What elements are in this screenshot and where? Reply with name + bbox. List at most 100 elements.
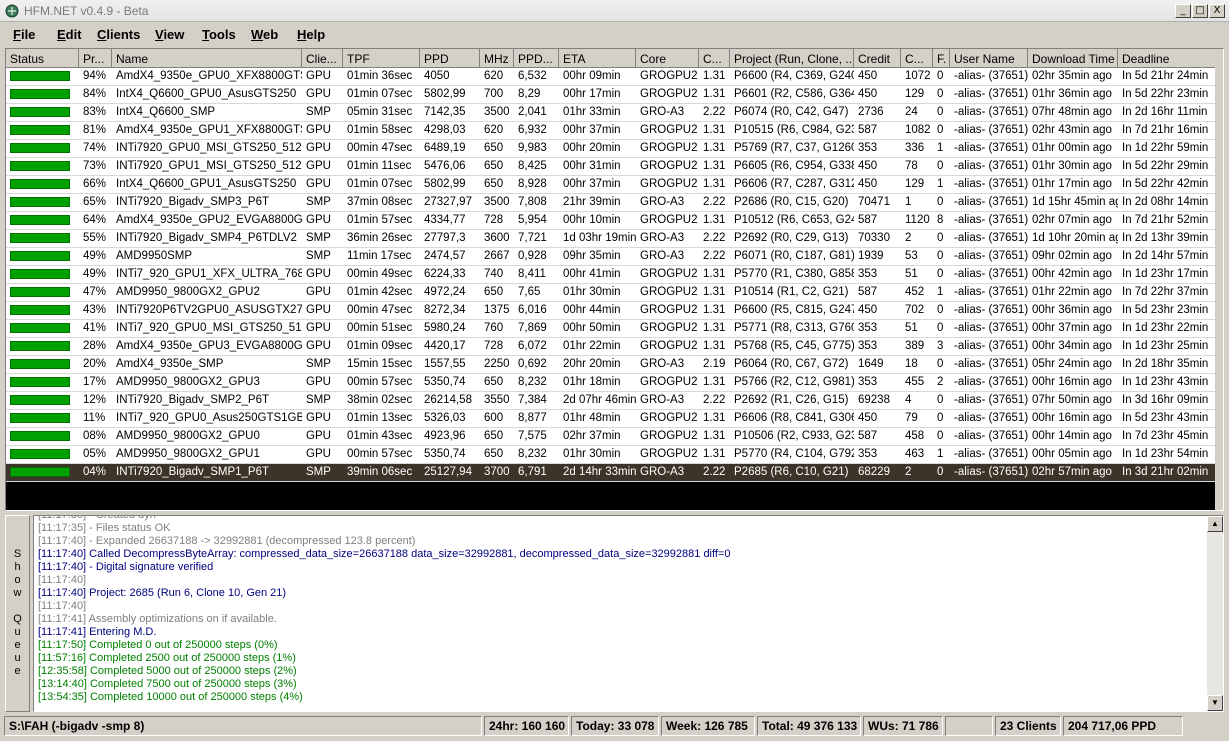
table-row[interactable]: 17% AMD9950_9800GX2_GPU3 GPU 00min 57sec 535… <box>6 374 1218 392</box>
cell-deadline: In 7d 21hr 52min <box>1122 214 1209 226</box>
cell-name: AmdX4_9350e_GPU3_EVGA8800GS <box>116 340 302 352</box>
column-header-progress[interactable]: Pr... <box>79 49 112 68</box>
cell-user-name: -alias- (37651) <box>954 322 1028 334</box>
column-header-core[interactable]: Core <box>636 49 699 68</box>
cell-download-time: 02hr 43min ago <box>1032 124 1112 136</box>
table-row[interactable]: 49% AMD9950SMP SMP 11min 17sec 2474,57 2667 0,… <box>6 248 1218 266</box>
show-queue-button[interactable]: Show Queue <box>5 515 30 712</box>
column-header-name[interactable]: Name <box>112 49 302 68</box>
scroll-down-icon[interactable]: ▼ <box>1207 695 1223 711</box>
log-line: [11:17:35] - Files status OK <box>38 522 171 534</box>
table-row[interactable]: 84% IntX4_Q6600_GPU0_AsusGTS250 GPU 01min 0… <box>6 86 1218 104</box>
table-row[interactable]: 28% AmdX4_9350e_GPU3_EVGA8800GS GPU 01min 0… <box>6 338 1218 356</box>
column-header-deadline[interactable]: Deadline <box>1118 49 1218 68</box>
cell-project: P6606 (R8, C841, G306) <box>734 412 854 424</box>
cell-project: P10514 (R1, C2, G21) <box>734 286 849 298</box>
log-scrollbar[interactable]: ▲ ▼ <box>1207 516 1223 711</box>
table-row[interactable]: 73% INTi7920_GPU1_MSI_GTS250_512 GPU 01min … <box>6 158 1218 176</box>
menu-tools[interactable]: Tools <box>202 27 236 42</box>
cell-client-type: SMP <box>306 394 331 406</box>
table-row[interactable]: 64% AmdX4_9350e_GPU2_EVGA8800GS GPU 01min 5… <box>6 212 1218 230</box>
cell-name: AmdX4_9350e_SMP <box>116 358 224 370</box>
cell-user-name: -alias- (37651) <box>954 124 1028 136</box>
table-row[interactable]: 05% AMD9950_9800GX2_GPU1 GPU 00min 57sec 535… <box>6 446 1218 464</box>
cell-download-time: 02hr 57min ago <box>1032 466 1112 478</box>
table-row[interactable]: 65% INTi7920_Bigadv_SMP3_P6T SMP 37min 08se… <box>6 194 1218 212</box>
status-ppd: 204 717,06 PPD <box>1063 716 1183 736</box>
table-row[interactable]: 20% AmdX4_9350e_SMP SMP 15min 15sec 1557,55 2… <box>6 356 1218 374</box>
status-running-indicator <box>10 269 70 279</box>
cell-failed: 0 <box>937 466 944 478</box>
column-header-tpf[interactable]: TPF <box>343 49 420 68</box>
close-icon[interactable]: X <box>1209 4 1225 18</box>
cell-failed: 0 <box>937 322 944 334</box>
cell-core-version: 2.19 <box>703 358 726 370</box>
cell-tpf: 39min 06sec <box>347 466 413 478</box>
table-row[interactable]: 49% INTi7_920_GPU1_XFX_ULTRA_768 GPU 00min … <box>6 266 1218 284</box>
cell-completed: 455 <box>905 376 925 388</box>
status-total: Total: 49 376 133 <box>757 716 861 736</box>
cell-project: P5766 (R2, C12, G981) <box>734 376 854 388</box>
table-row[interactable]: 55% INTi7920_Bigadv_SMP4_P6TDLV2 SMP 36min … <box>6 230 1218 248</box>
column-header-failed[interactable]: F. <box>933 49 950 68</box>
cell-download-time: 09hr 02min ago <box>1032 250 1112 262</box>
table-row[interactable]: 41% INTi7_920_GPU0_MSI_GTS250_512 GPU 00min… <box>6 320 1218 338</box>
menu-web[interactable]: Web <box>251 27 278 42</box>
table-row[interactable]: 83% IntX4_Q6600_SMP SMP 05min 31sec 7142,35 3… <box>6 104 1218 122</box>
cell-mhz: 740 <box>484 268 504 280</box>
menu-help[interactable]: Help <box>297 27 325 42</box>
column-header-user-name[interactable]: User Name <box>950 49 1028 68</box>
column-header-ppd-mhz[interactable]: PPD... <box>514 49 559 68</box>
cell-failed: 0 <box>937 412 944 424</box>
cell-credit: 450 <box>858 412 878 424</box>
log-line: [11:17:50] Completed 0 out of 250000 ste… <box>38 639 278 651</box>
cell-tpf: 01min 13sec <box>347 412 413 424</box>
table-row[interactable]: 43% INTi7920P6TV2GPU0_ASUSGTX275 GPU 00min … <box>6 302 1218 320</box>
column-header-credit[interactable]: Credit <box>854 49 901 68</box>
column-header-ppd[interactable]: PPD <box>420 49 480 68</box>
cell-name: AMD9950_9800GX2_GPU0 <box>116 430 260 442</box>
cell-download-time: 00hr 05min ago <box>1032 448 1112 460</box>
column-header-project[interactable]: Project (Run, Clone, ... <box>730 49 854 68</box>
maximize-icon[interactable]: □ <box>1192 4 1208 18</box>
cell-download-time: 1d 15hr 45min ago <box>1032 196 1118 208</box>
cell-core-version: 1.31 <box>703 376 726 388</box>
cell-download-time: 02hr 35min ago <box>1032 70 1112 82</box>
menu-file[interactable]: File <box>13 27 35 42</box>
table-row[interactable]: 47% AMD9950_9800GX2_GPU2 GPU 01min 42sec 497… <box>6 284 1218 302</box>
column-header-status[interactable]: Status <box>6 49 79 68</box>
cell-mhz: 760 <box>484 322 504 334</box>
scroll-up-icon[interactable]: ▲ <box>1207 516 1223 532</box>
cell-download-time: 00hr 16min ago <box>1032 412 1112 424</box>
cell-status <box>6 446 79 464</box>
cell-project: P6605 (R6, C954, G338) <box>734 160 854 172</box>
column-header-core-version[interactable]: C... <box>699 49 730 68</box>
table-row[interactable]: 04% INTi7920_Bigadv_SMP1_P6T SMP 39min 06se… <box>6 464 1218 482</box>
column-header-completed[interactable]: C... <box>901 49 933 68</box>
menu-clients[interactable]: Clients <box>97 27 140 42</box>
cell-failed: 1 <box>937 142 944 154</box>
table-row[interactable]: 66% IntX4_Q6600_GPU1_AsusGTS250 GPU 01min 0… <box>6 176 1218 194</box>
menu-view[interactable]: View <box>155 27 184 42</box>
column-header-eta[interactable]: ETA <box>559 49 636 68</box>
minimize-icon[interactable]: _ <box>1175 4 1191 18</box>
cell-mhz: 650 <box>484 178 504 190</box>
table-row[interactable]: 94% AmdX4_9350e_GPU0_XFX8800GTS GPU 01min 3… <box>6 68 1218 86</box>
table-row[interactable]: 81% AmdX4_9350e_GPU1_XFX8800GTS GPU 01min 5… <box>6 122 1218 140</box>
column-header-download-time[interactable]: Download Time <box>1028 49 1118 68</box>
log-line: [12:35:58] Completed 5000 out of 250000 … <box>38 665 297 677</box>
cell-mhz: 728 <box>484 340 504 352</box>
cell-client-type: GPU <box>306 448 331 460</box>
table-row[interactable]: 12% INTi7920_Bigadv_SMP2_P6T SMP 38min 02se… <box>6 392 1218 410</box>
cell-credit: 1939 <box>858 250 884 262</box>
menu-edit[interactable]: Edit <box>57 27 82 42</box>
column-header-client-type[interactable]: Clie... <box>302 49 343 68</box>
cell-core: GRO-A3 <box>640 394 685 406</box>
cell-user-name: -alias- (37651) <box>954 214 1028 226</box>
cell-progress: 17% <box>83 376 107 388</box>
table-row[interactable]: 11% INTi7_920_GPU0_Asus250GTS1GB GPU 01min … <box>6 410 1218 428</box>
column-header-mhz[interactable]: MHz <box>480 49 514 68</box>
grid-scrollbar[interactable] <box>1215 49 1223 510</box>
table-row[interactable]: 08% AMD9950_9800GX2_GPU0 GPU 01min 43sec 492… <box>6 428 1218 446</box>
table-row[interactable]: 74% INTi7920_GPU0_MSI_GTS250_512 GPU 00min … <box>6 140 1218 158</box>
